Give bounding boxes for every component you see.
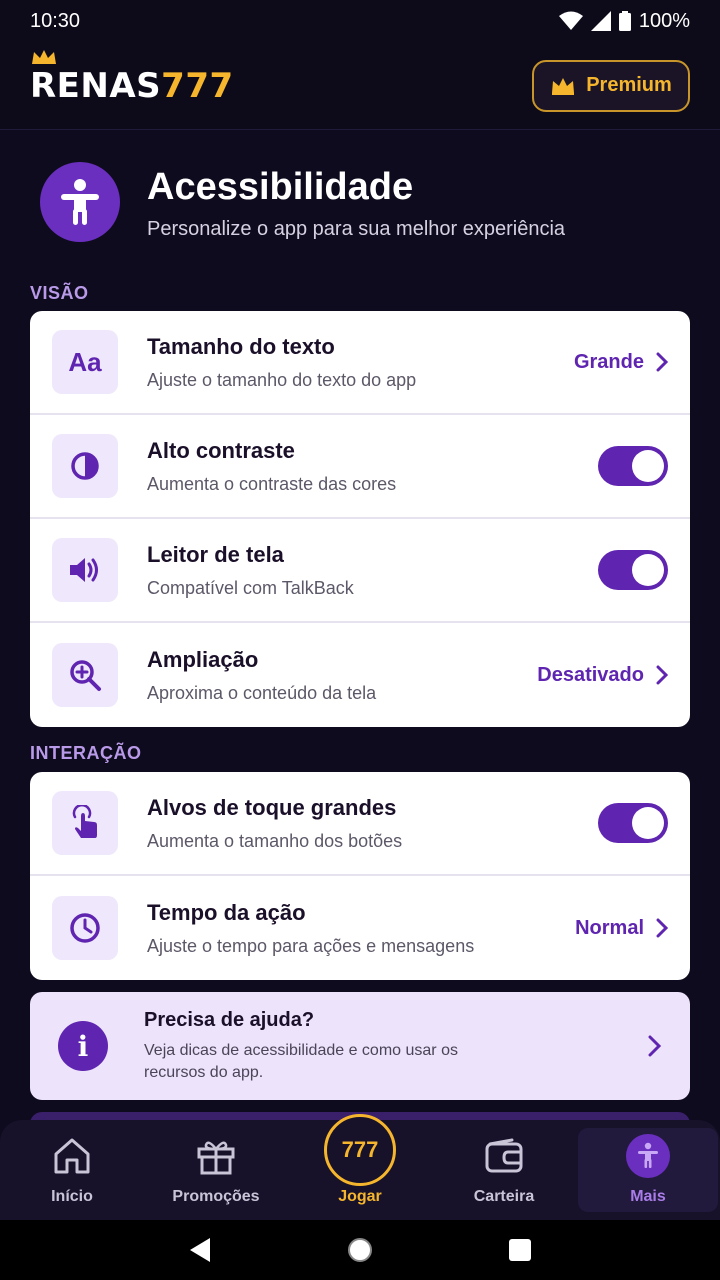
nav-play[interactable]: 777 Jogar xyxy=(288,1114,432,1220)
nav-wallet[interactable]: Carteira xyxy=(432,1120,576,1220)
brand-logo[interactable]: RENAS777 xyxy=(30,49,234,106)
text-size-icon: Aa xyxy=(52,330,118,394)
page-title: Acessibilidade xyxy=(147,165,414,208)
speaker-icon xyxy=(52,538,118,602)
gift-icon xyxy=(196,1134,236,1178)
setting-value-label: Grande xyxy=(573,350,644,373)
interaction-settings-card: Alvos de toque grandes Aumenta o tamanho… xyxy=(30,772,690,980)
nav-label: Carteira xyxy=(473,1188,535,1205)
nav-label: Jogar xyxy=(338,1188,382,1205)
battery-icon xyxy=(618,11,631,31)
crown-icon xyxy=(552,77,575,95)
nav-more[interactable]: Mais xyxy=(576,1120,720,1220)
setting-description: Compatível com TalkBack xyxy=(147,577,354,598)
brand-number: 777 xyxy=(161,65,234,106)
vision-settings-card: Aa Tamanho do texto Ajuste o tamanho do … xyxy=(30,311,690,727)
section-label-interaction: INTERAÇÃO xyxy=(30,743,142,763)
clock-icon xyxy=(52,896,118,960)
status-time: 10:30 xyxy=(30,9,81,32)
setting-high-contrast[interactable]: Alto contraste Aumenta o contraste das c… xyxy=(30,415,690,519)
play-777-icon: 777 xyxy=(324,1114,396,1186)
setting-description: Aproxima o conteúdo da tela xyxy=(147,682,377,703)
setting-value-label: Normal xyxy=(575,916,644,939)
brand-name: RENAS xyxy=(30,65,162,106)
setting-title: Alto contraste xyxy=(147,437,295,463)
setting-action-time[interactable]: Tempo da ação Ajuste o tempo para ações … xyxy=(30,876,690,980)
contrast-icon xyxy=(52,434,118,498)
setting-title: Tamanho do texto xyxy=(147,333,335,359)
setting-description: Aumenta o tamanho dos botões xyxy=(147,830,403,851)
page-subtitle: Personalize o app para sua melhor experi… xyxy=(147,217,566,240)
premium-label: Premium xyxy=(586,74,672,96)
zoom-icon xyxy=(52,643,118,707)
accessibility-icon xyxy=(626,1134,670,1178)
setting-large-touch-targets[interactable]: Alvos de toque grandes Aumenta o tamanho… xyxy=(30,772,690,876)
info-icon: i xyxy=(58,1021,108,1071)
premium-button[interactable]: Premium xyxy=(532,59,690,112)
status-icons: 100% xyxy=(558,9,690,33)
setting-title: Ampliação xyxy=(147,646,259,672)
chevron-right-icon xyxy=(648,1035,662,1057)
page-header: Acessibilidade Personalize o app para su… xyxy=(40,162,565,242)
nav-promotions[interactable]: Promoções xyxy=(144,1120,288,1220)
wifi-icon xyxy=(558,11,583,30)
setting-description: Aumenta o contraste das cores xyxy=(147,473,397,494)
home-icon xyxy=(52,1134,92,1178)
recents-icon[interactable] xyxy=(508,1238,532,1262)
setting-title: Tempo da ação xyxy=(147,899,306,925)
back-icon[interactable] xyxy=(188,1237,212,1263)
chevron-right-icon xyxy=(656,352,668,372)
chevron-right-icon xyxy=(656,918,668,938)
system-nav-bar xyxy=(0,1220,720,1280)
screen-reader-toggle[interactable] xyxy=(598,550,668,590)
setting-title: Leitor de tela xyxy=(147,541,284,567)
setting-description: Ajuste o tempo para ações e mensagens xyxy=(147,935,475,956)
crown-icon xyxy=(32,49,56,64)
setting-description: Ajuste o tamanho do texto do app xyxy=(147,369,417,390)
setting-magnification[interactable]: Ampliação Aproxima o conteúdo da tela De… xyxy=(30,623,690,727)
touch-icon xyxy=(52,791,118,855)
help-card[interactable]: i Precisa de ajuda? Veja dicas de acessi… xyxy=(30,992,690,1100)
battery-level: 100% xyxy=(638,9,690,32)
setting-text-size[interactable]: Aa Tamanho do texto Ajuste o tamanho do … xyxy=(30,311,690,415)
app-header: RENAS777 Premium xyxy=(0,42,720,130)
setting-value-label: Desativado xyxy=(537,663,644,686)
nav-label: Promoções xyxy=(172,1188,260,1205)
status-bar: 10:30 100% xyxy=(0,0,720,42)
setting-value[interactable]: Desativado xyxy=(537,664,668,687)
setting-value[interactable]: Normal xyxy=(575,917,668,940)
nav-home[interactable]: Início xyxy=(0,1120,144,1220)
bottom-nav: Início Promoções 777 Jogar Carteira Mais xyxy=(0,1114,720,1220)
accessibility-icon xyxy=(40,162,120,242)
setting-screen-reader[interactable]: Leitor de tela Compatível com TalkBack xyxy=(30,519,690,623)
nav-label: Início xyxy=(51,1188,93,1205)
signal-icon xyxy=(590,11,611,31)
setting-title: Alvos de toque grandes xyxy=(147,794,397,820)
home-button-icon[interactable] xyxy=(347,1237,373,1263)
large-touch-targets-toggle[interactable] xyxy=(598,803,668,843)
nav-label: Mais xyxy=(630,1188,666,1205)
setting-value[interactable]: Grande xyxy=(574,351,668,374)
wallet-icon xyxy=(484,1134,524,1178)
help-description: Veja dicas de acessibilidade e como usar… xyxy=(144,1041,458,1081)
section-label-vision: VISÃO xyxy=(30,283,89,303)
help-title: Precisa de ajuda? xyxy=(144,1008,315,1031)
high-contrast-toggle[interactable] xyxy=(598,446,668,486)
chevron-right-icon xyxy=(656,665,668,685)
